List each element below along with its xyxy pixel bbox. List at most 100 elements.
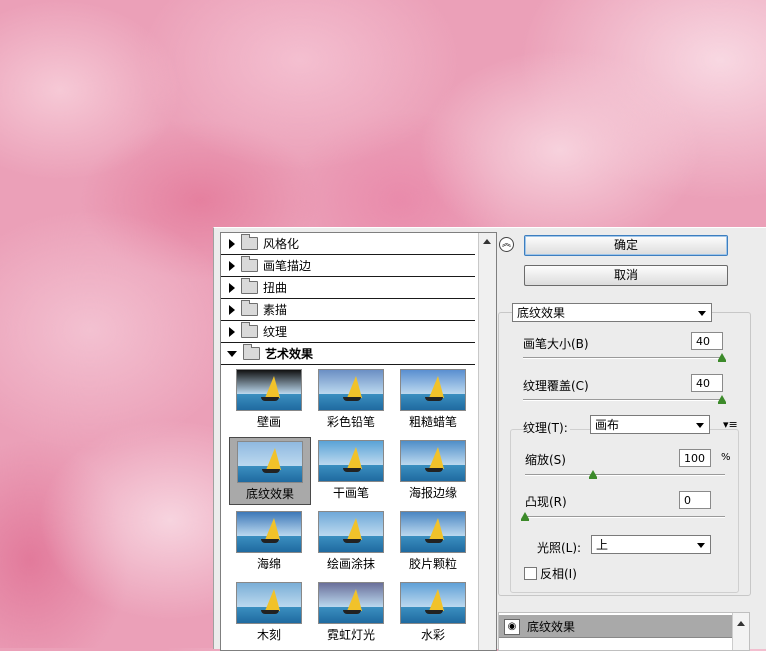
category-3[interactable]: 素描: [221, 299, 475, 321]
filter-thumbnail[interactable]: 胶片颗粒: [393, 508, 473, 574]
category-label: 艺术效果: [265, 347, 314, 361]
scaling-input[interactable]: 100: [679, 449, 711, 467]
ok-button[interactable]: 确定: [524, 235, 728, 256]
folder-icon: [241, 256, 258, 272]
thumbnail-label: 海绵: [256, 557, 281, 571]
filter-select-value: 底纹效果: [517, 306, 566, 320]
scaling-unit: %: [721, 452, 731, 463]
thumbnail-label: 底纹效果: [245, 487, 294, 501]
filter-thumbnail[interactable]: 绘画涂抹: [311, 508, 391, 574]
category-list: 风格化画笔描边扭曲素描纹理艺术效果: [221, 233, 475, 365]
filter-thumbnail[interactable]: 木刻: [229, 579, 309, 645]
brush-size-knob[interactable]: [718, 353, 726, 362]
thumbnail-image: [236, 511, 302, 553]
chevron-down-icon: [698, 311, 706, 316]
filter-thumbnail[interactable]: 水彩: [393, 579, 473, 645]
filter-thumbnail[interactable]: 粗糙蜡笔: [393, 366, 473, 432]
folder-icon: [243, 344, 260, 360]
filter-thumbnail[interactable]: 彩色铅笔: [311, 366, 391, 432]
relief-label: 凸现(R): [525, 495, 567, 509]
relief-slider[interactable]: [525, 516, 725, 518]
relief-knob[interactable]: [521, 512, 529, 521]
thumbnail-image: [318, 511, 384, 553]
category-5[interactable]: 艺术效果: [221, 343, 475, 365]
category-0[interactable]: 风格化: [221, 233, 475, 255]
triangle-right-icon[interactable]: [229, 282, 235, 293]
category-1[interactable]: 画笔描边: [221, 255, 475, 277]
folder-icon: [241, 322, 258, 338]
brush-size-slider[interactable]: [523, 357, 723, 359]
filter-thumbnail[interactable]: 霓虹灯光: [311, 579, 391, 645]
texture-label: 纹理(T):: [523, 419, 570, 436]
gallery-scrollbar[interactable]: [478, 233, 496, 650]
layers-scrollbar[interactable]: [732, 613, 749, 650]
filter-gallery-list: 风格化画笔描边扭曲素描纹理艺术效果 壁画 彩色铅笔 粗糙蜡笔底纹效果 干画笔 海报边缘海…: [220, 232, 497, 651]
collapse-icon[interactable]: ︽: [499, 237, 514, 252]
scroll-up-icon[interactable]: [483, 239, 491, 244]
category-label: 风格化: [263, 237, 300, 251]
texture-coverage-knob[interactable]: [718, 395, 726, 404]
texture-select-value: 画布: [595, 418, 620, 432]
texture-coverage-input[interactable]: 40: [691, 374, 723, 392]
scroll-up-icon[interactable]: [737, 621, 745, 626]
filter-settings-panel: 底纹效果 画笔大小(B) 40 纹理覆盖(C) 40 纹理(T): 画布 ▾≡ …: [498, 303, 751, 596]
thumbnail-label: 水彩: [420, 628, 445, 642]
thumbnail-label: 霓虹灯光: [326, 628, 375, 642]
thumbnail-label: 海报边缘: [408, 486, 457, 500]
light-select[interactable]: 上: [591, 535, 711, 554]
scaling-knob[interactable]: [589, 470, 597, 479]
category-4[interactable]: 纹理: [221, 321, 475, 343]
light-select-value: 上: [596, 538, 609, 552]
cancel-button[interactable]: 取消: [524, 265, 728, 286]
invert-checkbox[interactable]: [524, 567, 537, 580]
triangle-down-icon[interactable]: [227, 350, 237, 357]
relief-input[interactable]: 0: [679, 491, 711, 509]
scaling-label: 缩放(S): [525, 453, 566, 467]
thumbnail-label: 干画笔: [332, 486, 369, 500]
thumbnail-image: [236, 582, 302, 624]
triangle-right-icon[interactable]: [229, 304, 235, 315]
folder-icon: [241, 300, 258, 316]
triangle-right-icon[interactable]: [229, 260, 235, 271]
texture-options-group: 纹理(T): 画布 ▾≡ 缩放(S) 100 % 凸现(R) 0 光照(L): …: [510, 415, 739, 593]
brush-size-input[interactable]: 40: [691, 332, 723, 350]
scaling-slider[interactable]: [525, 474, 725, 476]
effect-layers-panel: ◉ 底纹效果: [498, 612, 750, 651]
thumbnail-image: [400, 440, 466, 482]
thumbnail-label: 绘画涂抹: [326, 557, 375, 571]
thumbnail-image: [400, 511, 466, 553]
filter-thumbnail[interactable]: 壁画: [229, 366, 309, 432]
category-label: 素描: [263, 303, 288, 317]
filter-thumbnail[interactable]: 干画笔: [311, 437, 391, 503]
folder-icon: [241, 278, 258, 294]
thumbnail-label: 胶片颗粒: [408, 557, 457, 571]
effect-layer-row[interactable]: ◉ 底纹效果: [499, 615, 732, 638]
filter-gallery-dialog: 风格化 画笔描边 扭曲 素描 纹理 艺术效果 壁画 彩色铅笔 粗糙蜡笔 底纹效果 干画笔 海报边缘海…: [213, 227, 766, 651]
filter-thumbnail[interactable]: 海绵: [229, 508, 309, 574]
category-label: 纹理: [263, 325, 288, 339]
thumbnail-image: [236, 369, 302, 411]
triangle-right-icon[interactable]: [229, 238, 235, 249]
thumbnail-label: 彩色铅笔: [326, 415, 375, 429]
filter-thumbnail[interactable]: 底纹效果: [229, 437, 311, 505]
category-label: 扭曲: [263, 281, 288, 295]
menu-icon[interactable]: ▾≡: [723, 418, 738, 431]
invert-label: 反相(I): [540, 567, 577, 581]
thumbnail-image: [318, 582, 384, 624]
thumbnail-label: 木刻: [256, 628, 281, 642]
brush-size-label: 画笔大小(B): [523, 337, 589, 351]
thumbnail-image: [318, 369, 384, 411]
thumbnail-label: 壁画: [256, 415, 281, 429]
thumbnail-image: [237, 441, 303, 483]
category-2[interactable]: 扭曲: [221, 277, 475, 299]
filter-select[interactable]: 底纹效果: [512, 303, 712, 322]
effect-layer-label: 底纹效果: [527, 620, 576, 634]
texture-coverage-slider[interactable]: [523, 399, 723, 401]
texture-select[interactable]: 画布: [590, 415, 710, 434]
eye-icon[interactable]: ◉: [504, 619, 520, 635]
thumbnail-image: [400, 582, 466, 624]
category-label: 画笔描边: [263, 259, 312, 273]
filter-thumbnail[interactable]: 海报边缘: [393, 437, 473, 503]
triangle-right-icon[interactable]: [229, 326, 235, 337]
texture-coverage-label: 纹理覆盖(C): [523, 379, 589, 393]
